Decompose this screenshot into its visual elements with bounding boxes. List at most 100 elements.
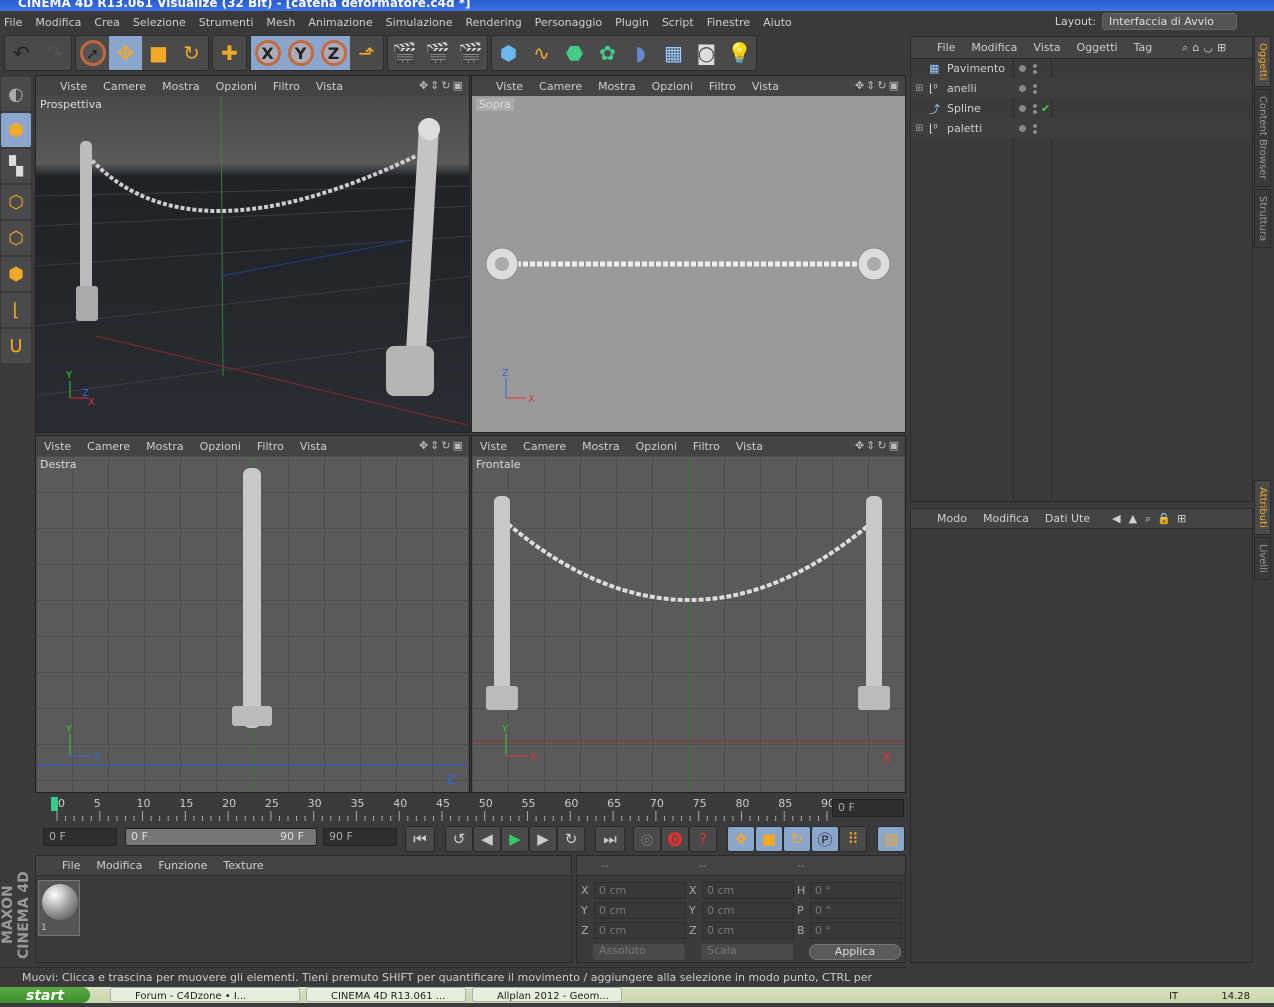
menu-modifica[interactable]: Modifica	[35, 16, 81, 29]
menu-script[interactable]: Script	[662, 16, 694, 29]
taskbar-item-allplan[interactable]: Allplan 2012 - Geom...	[472, 987, 622, 1002]
menu-vista[interactable]: Vista	[300, 440, 327, 453]
move-tool-icon[interactable]: ✥	[109, 36, 142, 70]
menu-filtro[interactable]: Filtro	[273, 80, 300, 93]
taskbar-item-forum[interactable]: Forum - C4Dzone • I...	[110, 987, 300, 1002]
menu-vista[interactable]: Vista	[316, 80, 343, 93]
menu-viste[interactable]: Viste	[44, 440, 71, 453]
home-icon[interactable]: ⌂	[1192, 41, 1199, 54]
size-y-field[interactable]: 0 cm	[702, 902, 794, 919]
end-frame-field[interactable]: 90 F	[323, 828, 397, 846]
key-pla-icon[interactable]: ⠿	[839, 826, 867, 852]
menu-vista[interactable]: Vista	[736, 440, 763, 453]
autokey-icon[interactable]: ?	[689, 826, 717, 852]
mode-dropdown[interactable]: Assoluto	[593, 944, 685, 960]
redo-icon[interactable]: ↷	[38, 36, 71, 70]
object-mode-icon[interactable]: ⬢	[1, 113, 31, 147]
objects-menu-vista[interactable]: Vista	[1033, 41, 1060, 54]
render-dots[interactable]	[1033, 62, 1037, 75]
taskbar-item-cinema4d[interactable]: CINEMA 4D R13.061 ...	[306, 987, 466, 1002]
layout-dropdown[interactable]: Interfaccia di Avvio	[1101, 13, 1237, 30]
object-row-pavimento[interactable]: ▦ Pavimento	[911, 59, 1252, 79]
next-frame-icon[interactable]: ▶	[529, 826, 557, 852]
menu-viste[interactable]: Viste	[60, 80, 87, 93]
object-row-paletti[interactable]: ⊞ ⌊⁰ paletti	[911, 119, 1252, 139]
viewport-perspective[interactable]: Viste Camere Mostra Opzioni Filtro Vista ✥⇕↻▣…	[35, 75, 470, 433]
spline-pen-icon[interactable]: ∿	[525, 36, 558, 70]
key-position-icon[interactable]: ✥	[727, 826, 755, 852]
undo-icon[interactable]: ↶	[5, 36, 38, 70]
render-dots[interactable]	[1033, 122, 1037, 135]
viewport-nav-icons[interactable]: ✥⇕↻▣	[855, 79, 901, 92]
material-menu-texture[interactable]: Texture	[223, 859, 263, 872]
material-menu-modifica[interactable]: Modifica	[96, 859, 142, 872]
objects-menu-modifica[interactable]: Modifica	[971, 41, 1017, 54]
search-icon[interactable]: ⌕	[1182, 41, 1188, 55]
viewport-nav-icons[interactable]: ✥⇕↻▣	[419, 439, 465, 452]
menu-opzioni[interactable]: Opzioni	[216, 80, 257, 93]
menu-viste[interactable]: Viste	[496, 80, 523, 93]
menu-personaggio[interactable]: Personaggio	[535, 16, 602, 29]
menu-animazione[interactable]: Animazione	[308, 16, 372, 29]
y-axis-lock-icon[interactable]: Y	[284, 36, 317, 70]
menu-camere[interactable]: Camere	[539, 80, 582, 93]
next-key-icon[interactable]: ↻	[557, 826, 585, 852]
array-icon[interactable]: ✿	[591, 36, 624, 70]
menu-camere[interactable]: Camere	[103, 80, 146, 93]
polygons-mode-icon[interactable]: ⬢	[1, 257, 31, 291]
expand-icon[interactable]: ⊞	[915, 123, 923, 134]
new-window-icon[interactable]: ⊞	[1217, 41, 1226, 54]
menu-mostra[interactable]: Mostra	[146, 440, 184, 453]
tab-attributi[interactable]: Attributi	[1254, 479, 1271, 535]
go-to-end-icon[interactable]: ⏭	[595, 826, 625, 852]
menu-finestre[interactable]: Finestre	[707, 16, 750, 29]
up-arrow-icon[interactable]: ▲	[1129, 512, 1137, 525]
menu-rendering[interactable]: Rendering	[466, 16, 522, 29]
render-picture-viewer-icon[interactable]: 🎬	[421, 36, 454, 70]
timeline-ruler[interactable]: 0 5 10 15 20 25 30 35 40 45 50 55 60 65 70 75 80 85 90 0 F	[35, 795, 907, 823]
axis-mode-icon[interactable]: ⌊	[1, 293, 31, 327]
render-dots[interactable]	[1033, 82, 1037, 95]
menu-camere[interactable]: Camere	[523, 440, 566, 453]
expand-icon[interactable]: ⊞	[915, 83, 923, 94]
viewport-top[interactable]: Viste Camere Mostra Opzioni Filtro Vista ✥⇕↻▣…	[471, 75, 906, 433]
tab-livelli[interactable]: Livelli	[1254, 536, 1271, 580]
rotation-p-field[interactable]: 0 °	[810, 902, 902, 919]
key-parameter-icon[interactable]: Ⓟ	[811, 826, 839, 852]
select-tool-icon[interactable]: ➚	[76, 36, 109, 70]
material-menu-file[interactable]: File	[62, 859, 80, 872]
previous-frame-icon[interactable]: ◀	[473, 826, 501, 852]
record-icon[interactable]: ⓿	[661, 826, 689, 852]
visibility-dot[interactable]	[1019, 105, 1026, 112]
visibility-dot[interactable]	[1019, 125, 1026, 132]
object-row-anelli[interactable]: ⊞ ⌊⁰ anelli	[911, 79, 1252, 99]
menu-filtro[interactable]: Filtro	[257, 440, 284, 453]
subdivision-icon[interactable]: ⬣	[558, 36, 591, 70]
size-x-field[interactable]: 0 cm	[702, 882, 794, 899]
coordinate-system-icon[interactable]: ⬏	[350, 36, 383, 70]
viewport-nav-icons[interactable]: ✥⇕↻▣	[855, 439, 901, 452]
last-tool-icon[interactable]: ✚	[213, 36, 246, 70]
material-menu-funzione[interactable]: Funzione	[158, 859, 207, 872]
viewport-front[interactable]: Viste Camere Mostra Opzioni Filtro Vista ✥⇕↻▣…	[471, 435, 906, 793]
attributes-menu-modifica[interactable]: Modifica	[983, 512, 1029, 525]
menu-file[interactable]: File	[4, 16, 22, 29]
deformer-icon[interactable]: ◗	[624, 36, 657, 70]
scale-tool-icon[interactable]: ■	[142, 36, 175, 70]
camera-icon[interactable]: ◙	[690, 36, 723, 70]
search-icon[interactable]: ⌕	[1145, 512, 1151, 526]
texture-mode-icon[interactable]: ▚	[1, 149, 31, 183]
visibility-dot[interactable]	[1019, 85, 1026, 92]
light-icon[interactable]: 💡	[723, 36, 756, 70]
points-mode-icon[interactable]: ⬡	[1, 185, 31, 219]
timeline-window-icon[interactable]: ▥	[877, 826, 905, 852]
tab-oggetti[interactable]: Oggetti	[1254, 36, 1271, 88]
objects-menu-tag[interactable]: Tag	[1134, 41, 1153, 54]
position-z-field[interactable]: 0 cm	[594, 922, 686, 939]
objects-menu-file[interactable]: File	[937, 41, 955, 54]
menu-mesh[interactable]: Mesh	[266, 16, 295, 29]
render-dots[interactable]	[1033, 102, 1037, 115]
menu-aiuto[interactable]: Aiuto	[763, 16, 792, 29]
z-axis-lock-icon[interactable]: Z	[317, 36, 350, 70]
render-view-icon[interactable]: 🎬	[388, 36, 421, 70]
